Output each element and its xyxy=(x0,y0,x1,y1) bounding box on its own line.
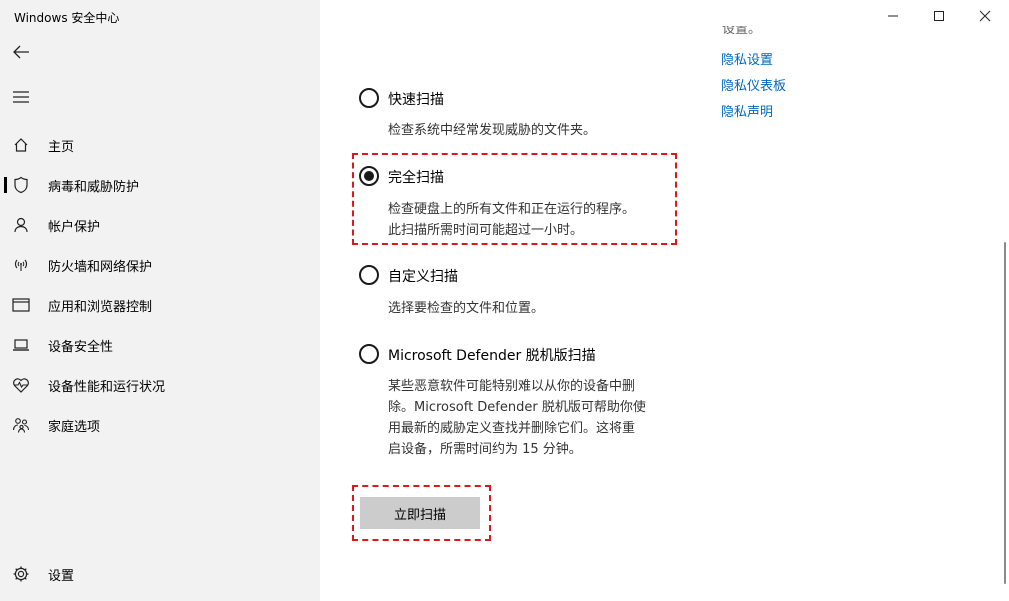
family-icon xyxy=(12,416,30,434)
description-line: 某些恶意软件可能特别难以从你的设备中删 xyxy=(388,379,636,394)
offline-scan-description: 某些恶意软件可能特别难以从你的设备中删 除。Microsoft Defender… xyxy=(388,376,688,460)
description-line: 选择要检查的文件和位置。 xyxy=(388,301,545,316)
quick-scan-label[interactable]: 快速扫描 xyxy=(388,89,444,109)
back-button[interactable] xyxy=(8,39,34,65)
full-scan-radio[interactable] xyxy=(359,166,379,186)
sidebar-item-firewall[interactable]: 防火墙和网络保护 xyxy=(0,245,320,285)
window-title: Windows 安全中心 xyxy=(14,11,120,25)
sidebar-item-label: 家庭选项 xyxy=(48,419,101,435)
sidebar: Windows 安全中心 主页 病毒和威胁防护 帐户保护 防火墙和网络保护 应用… xyxy=(0,0,320,601)
quick-scan-description: 检查系统中经常发现威胁的文件夹。 xyxy=(388,120,688,141)
description-line: 检查硬盘上的所有文件和正在运行的程序。 xyxy=(388,202,636,217)
person-icon xyxy=(12,216,30,234)
truncated-text: 设置。 xyxy=(722,26,762,34)
sidebar-item-settings[interactable]: 设置 xyxy=(0,554,320,594)
laptop-icon xyxy=(12,336,30,354)
active-indicator xyxy=(4,177,7,193)
minimize-icon xyxy=(888,15,898,17)
sidebar-item-home[interactable]: 主页 xyxy=(0,125,320,165)
full-scan-label[interactable]: 完全扫描 xyxy=(388,167,444,187)
sidebar-item-account-protection[interactable]: 帐户保护 xyxy=(0,205,320,245)
full-scan-description: 检查硬盘上的所有文件和正在运行的程序。 此扫描所需时间可能超过一小时。 xyxy=(388,199,688,241)
sidebar-item-family-options[interactable]: 家庭选项 xyxy=(0,405,320,445)
privacy-statement-link[interactable]: 隐私声明 xyxy=(721,101,773,120)
description-line: 用最新的威胁定义查找并删除它们。这将重 xyxy=(388,421,636,436)
custom-scan-radio[interactable] xyxy=(359,265,379,285)
description-line: 启设备，所需时间约为 15 分钟。 xyxy=(388,442,582,457)
sidebar-item-label: 设置 xyxy=(48,568,75,584)
sidebar-item-label: 设备安全性 xyxy=(48,339,114,355)
scan-now-button[interactable]: 立即扫描 xyxy=(360,497,480,529)
sidebar-item-app-browser-control[interactable]: 应用和浏览器控制 xyxy=(0,285,320,325)
maximize-icon xyxy=(934,11,944,21)
scrollbar-thumb[interactable] xyxy=(1004,242,1006,584)
back-arrow-icon xyxy=(13,45,29,59)
sidebar-item-label: 设备性能和运行状况 xyxy=(48,379,166,395)
sidebar-item-label: 防火墙和网络保护 xyxy=(48,259,153,275)
custom-scan-description: 选择要检查的文件和位置。 xyxy=(388,298,688,319)
custom-scan-label[interactable]: 自定义扫描 xyxy=(388,266,458,286)
heart-pulse-icon xyxy=(12,376,30,394)
sidebar-item-label: 病毒和威胁防护 xyxy=(48,179,140,195)
close-icon xyxy=(979,10,991,22)
offline-scan-radio[interactable] xyxy=(359,344,379,364)
offline-scan-label[interactable]: Microsoft Defender 脱机版扫描 xyxy=(388,345,596,365)
gear-icon xyxy=(12,565,30,583)
menu-button[interactable] xyxy=(8,84,34,110)
description-line: 检查系统中经常发现威胁的文件夹。 xyxy=(388,123,597,138)
maximize-button[interactable] xyxy=(916,0,962,32)
app-window-icon xyxy=(12,296,30,314)
sidebar-item-device-performance[interactable]: 设备性能和运行状况 xyxy=(0,365,320,405)
description-line: 此扫描所需时间可能超过一小时。 xyxy=(388,223,584,238)
home-icon xyxy=(12,136,30,154)
description-line: 除。Microsoft Defender 脱机版可帮助你使 xyxy=(388,400,646,415)
sidebar-item-label: 主页 xyxy=(48,139,75,155)
minimize-button[interactable] xyxy=(870,0,916,32)
close-button[interactable] xyxy=(962,0,1008,32)
privacy-dashboard-link[interactable]: 隐私仪表板 xyxy=(721,75,786,94)
sidebar-item-label: 应用和浏览器控制 xyxy=(48,299,153,315)
wifi-antenna-icon xyxy=(12,256,30,274)
shield-icon xyxy=(12,176,30,194)
sidebar-item-label: 帐户保护 xyxy=(48,219,101,235)
sidebar-item-device-security[interactable]: 设备安全性 xyxy=(0,325,320,365)
sidebar-item-virus-protection[interactable]: 病毒和威胁防护 xyxy=(0,165,320,205)
hamburger-icon xyxy=(13,91,29,103)
privacy-settings-link[interactable]: 隐私设置 xyxy=(721,49,773,68)
quick-scan-radio[interactable] xyxy=(359,88,379,108)
